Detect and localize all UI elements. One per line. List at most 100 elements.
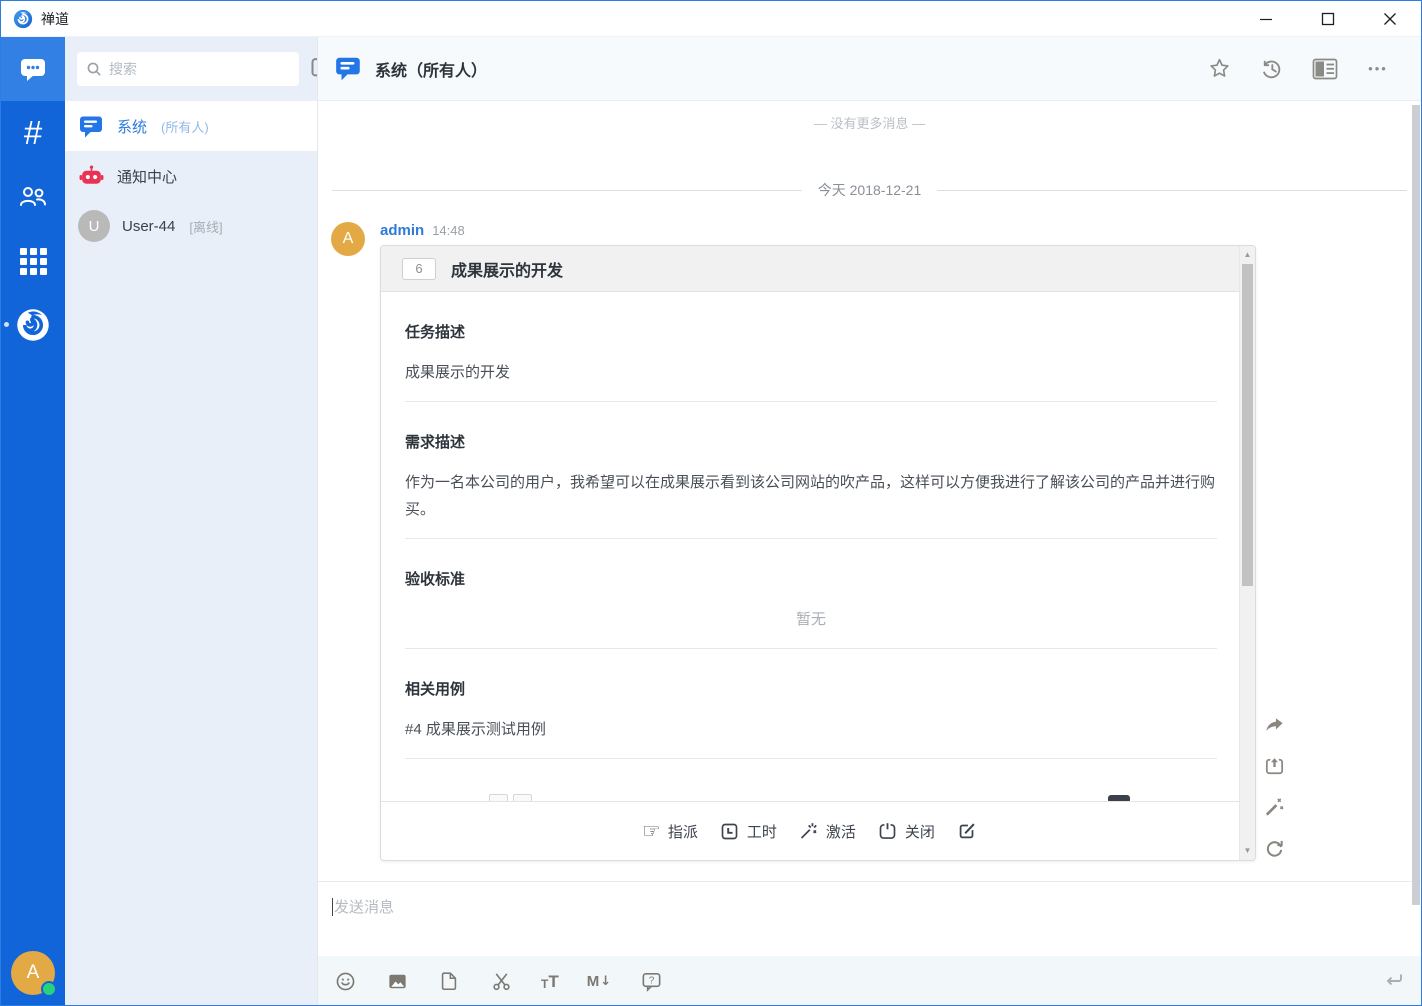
task-card: 6 成果展示的开发 任务描述 成果展示的开发 需求描述 作为一名本公司的用户，我… [380,245,1256,861]
svg-text:?: ? [648,975,654,986]
edit-task-button[interactable] [956,820,978,842]
sender-avatar[interactable]: A [331,222,365,256]
close-button[interactable] [1359,1,1421,36]
section-heading: 任务描述 [405,324,466,341]
rail-item-zentao[interactable] [1,293,65,357]
hash-icon: # [23,114,43,151]
message-row: A admin 14:48 6 成果展示的开发 任务描述 成果展示的开发 需求描… [318,222,1421,861]
sidebar-item-system[interactable]: 系统 (所有人) [65,101,317,151]
close-label: 关闭 [904,823,935,841]
sidebar-item-user44[interactable]: U User-44 [离线] [65,201,317,251]
no-more-messages-text: — 没有更多消息 — [813,116,926,131]
system-chat-icon [334,55,363,82]
card-scrollbar[interactable]: ▲ ▼ [1239,246,1255,860]
date-divider: 今天 2018-12-21 [332,180,1408,200]
work-hours-icon [719,821,740,842]
more-options-icon[interactable]: ••• [1365,56,1391,82]
sidebar-item-title: User-44 [122,217,176,235]
file-icon[interactable] [437,969,461,993]
history-icon[interactable] [1259,56,1285,82]
assign-label: 指派 [667,823,698,841]
offline-badge: [离线] [189,219,223,235]
message-hover-actions [1262,713,1286,860]
text-caret [332,898,333,916]
close-task-button[interactable]: 关闭 [877,821,935,842]
rail-item-channels[interactable]: # [1,101,65,165]
magic-wand-icon[interactable] [1262,795,1286,819]
section-content-empty: 暂无 [795,611,826,628]
task-card-header: 6 成果展示的开发 [381,246,1255,292]
task-id-badge: 6 [402,257,436,280]
section-heading: 需求描述 [405,434,466,451]
zentao-logo-icon [15,307,51,343]
rail-item-apps[interactable] [1,229,65,293]
apps-grid-icon [19,247,47,275]
maximize-button[interactable] [1297,1,1359,36]
system-chat-icon [78,114,105,139]
side-panel-icon[interactable] [1312,56,1338,82]
title-bar: 禅道 [1,1,1421,37]
contacts-icon [18,184,48,210]
section-heading: 相关用例 [405,681,466,698]
online-status-dot [41,981,57,997]
section-content: 作为一名本公司的用户，我希望可以在成果展示看到该公司网站的吹产品，这样可以方便我… [405,474,1216,518]
search-icon [86,61,102,77]
composer-toolbar: TT M ↓ ? [318,956,1421,1005]
robot-icon [78,164,105,189]
activate-label: 激活 [825,823,856,841]
rail-indicator-dot [4,322,9,327]
sidebar-item-notifications[interactable]: 通知中心 [65,151,317,201]
favorite-star-icon[interactable] [1206,56,1232,82]
help-icon[interactable]: ? [639,969,663,993]
rail-item-chats[interactable] [1,37,65,101]
scrollbar-thumb[interactable] [1242,264,1253,586]
emoji-icon[interactable] [333,969,357,993]
send-enter-icon[interactable] [1382,969,1406,993]
section-content: 成果展示的开发 [405,364,511,381]
task-action-bar: ☞ 指派 工时 激活 关闭 [381,801,1239,860]
sender-name[interactable]: admin [380,222,424,239]
forward-icon[interactable] [1262,713,1286,737]
message-time: 14:48 [432,223,465,238]
magic-wand-icon [798,821,819,842]
refresh-icon[interactable] [1262,836,1286,860]
scroll-up-arrow[interactable]: ▲ [1240,248,1255,262]
sidebar-item-title: 系统 [117,118,148,136]
hours-label: 工时 [746,823,777,841]
nav-rail: # A [1,37,65,1005]
chat-header: 系统（所有人） ••• [318,37,1421,101]
export-icon[interactable] [1262,754,1286,778]
composer-placeholder: 发送消息 [334,899,395,916]
screenshot-scissors-icon[interactable] [489,969,513,993]
chat-main: 系统（所有人） ••• — 没有更多消息 — 今天 2018-12-21 A a… [317,37,1421,1005]
main-scrollbar-thumb[interactable] [1412,105,1420,905]
chat-title: 系统（所有人） [375,62,488,80]
activate-button[interactable]: 激活 [798,821,856,842]
user-avatar: U [78,210,110,242]
current-user-avatar[interactable]: A [11,951,57,997]
chat-bubble-icon [18,55,48,83]
app-logo-icon [13,9,33,29]
scroll-down-arrow[interactable]: ▼ [1240,844,1255,858]
minimize-button[interactable] [1235,1,1297,36]
task-title: 成果展示的开发 [451,262,564,280]
sidebar-item-suffix: (所有人) [161,119,209,135]
assign-hand-icon: ☞ [642,818,661,843]
edit-pencil-icon [956,820,978,842]
message-composer[interactable]: 发送消息 [318,881,1421,956]
markdown-icon[interactable]: M ↓ [587,973,611,990]
search-box[interactable] [77,52,299,86]
section-content: #4 成果展示测试用例 [405,721,546,738]
message-list: — 没有更多消息 — 今天 2018-12-21 A admin 14:48 6… [318,101,1421,881]
text-format-icon[interactable]: TT [541,973,559,990]
sidebar-item-title: 通知中心 [117,168,178,186]
rail-item-contacts[interactable] [1,165,65,229]
image-icon[interactable] [385,969,409,993]
log-hours-button[interactable]: 工时 [719,821,777,842]
date-divider-label: 今天 2018-12-21 [817,182,922,198]
app-window: 禅道 # A 搜索 系统 (所有人) 通知中心 U User-44 [离线] 系… [0,0,1422,1006]
power-icon [877,821,898,842]
assign-button[interactable]: ☞ 指派 [642,818,698,843]
app-title: 禅道 [41,10,69,27]
search-input[interactable] [109,61,290,77]
